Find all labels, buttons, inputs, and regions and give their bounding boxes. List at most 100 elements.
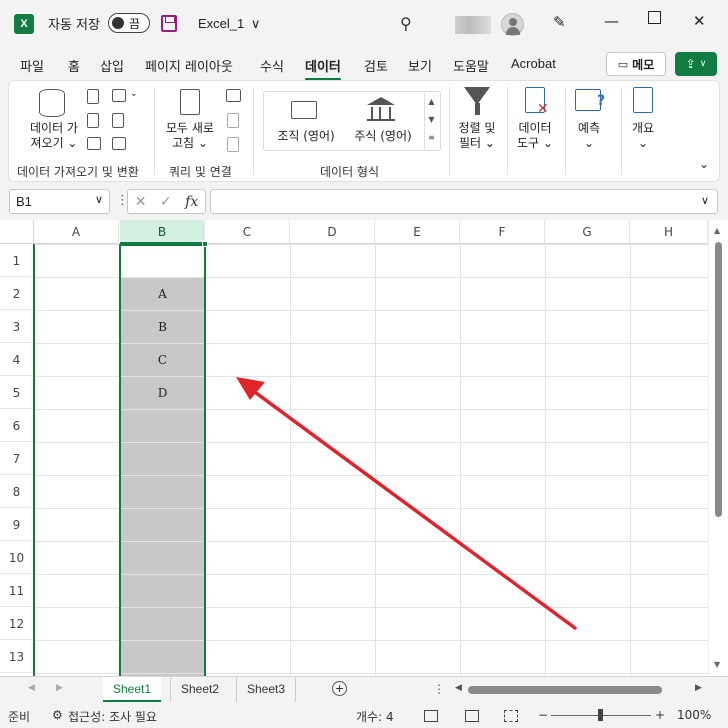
- tab-view[interactable]: 보기: [408, 56, 432, 75]
- from-table-icon[interactable]: [87, 137, 101, 150]
- tab-insert[interactable]: 삽입: [100, 56, 124, 75]
- gallery-scroll-buttons[interactable]: ▲ ▼ ≡: [424, 93, 438, 149]
- autosave-toggle[interactable]: 끔: [108, 13, 150, 33]
- from-web-icon[interactable]: [87, 113, 99, 128]
- recent-sources-icon[interactable]: [112, 89, 126, 102]
- page-layout-view-icon[interactable]: [465, 710, 479, 722]
- name-box-value: B1: [16, 194, 32, 209]
- blurred-account-name: [455, 16, 491, 34]
- bank-icon: [367, 97, 395, 121]
- close-button[interactable]: ✕: [693, 12, 706, 30]
- save-icon[interactable]: [161, 15, 177, 32]
- scroll-right-icon[interactable]: ▶: [56, 683, 63, 693]
- scroll-left-icon[interactable]: ◀: [28, 683, 35, 693]
- group-separator: [449, 87, 450, 175]
- chevron-down-icon: ∨: [699, 59, 707, 69]
- sheet-tab-1[interactable]: Sheet1: [103, 677, 162, 702]
- excel-logo-icon: X: [14, 14, 34, 34]
- tab-home[interactable]: 홈: [68, 56, 80, 75]
- page-break-view-icon[interactable]: [504, 710, 518, 722]
- zoom-out-button[interactable]: −: [538, 708, 548, 722]
- arrow-shaft: [250, 388, 577, 630]
- sort-filter-label-1: 정렬 및: [458, 121, 496, 135]
- add-sheet-icon[interactable]: +: [332, 681, 347, 696]
- accessibility-icon: ⚙: [52, 708, 63, 722]
- group-separator: [565, 87, 566, 175]
- existing-connections-icon[interactable]: [112, 113, 124, 128]
- minimize-button[interactable]: —: [604, 12, 619, 30]
- chevron-down-icon: ∨: [250, 16, 261, 31]
- question-icon: ?: [597, 93, 606, 109]
- outline-icon: [633, 87, 653, 113]
- annotation-arrow: [236, 377, 577, 630]
- data-tools-label-1: 데이터: [518, 121, 552, 135]
- memo-button[interactable]: ▭ 메모: [606, 52, 666, 76]
- formula-buttons: ✕ ✓ fx: [127, 189, 206, 214]
- from-picture-icon[interactable]: [112, 137, 126, 150]
- briefcase-icon: [291, 101, 317, 119]
- toggle-knob: [112, 17, 124, 29]
- autosave-state: 끔: [129, 17, 141, 31]
- tab-data[interactable]: 데이터: [305, 56, 341, 81]
- maximize-button[interactable]: [648, 11, 661, 24]
- tab-review[interactable]: 검토: [364, 56, 388, 75]
- tab-formulas[interactable]: 수식: [260, 56, 284, 75]
- chevron-down-icon: ∨: [94, 194, 103, 206]
- group-separator: [253, 87, 254, 175]
- stocks-button[interactable]: 조직 (영어): [271, 129, 341, 144]
- hscroll-left-icon[interactable]: ◀: [455, 683, 462, 693]
- avatar[interactable]: [501, 13, 524, 36]
- zoom-slider-thumb[interactable]: [598, 709, 603, 721]
- refresh-all-button[interactable]: 모두 새로 고침 ⌄: [159, 121, 221, 151]
- ribbon: 데이터 가 져오기 ⌄ ⌄ 데이터 가져오기 및 변환 모두 새로 고침 ⌄ 쿼…: [8, 80, 720, 182]
- outline-button[interactable]: 개요 ⌄: [623, 121, 663, 151]
- normal-view-icon[interactable]: [424, 710, 438, 722]
- status-bar: 준비 ⚙ 접근성: 조사 필요 개수: 4 − + 100%: [0, 703, 728, 728]
- queries-connections-icon[interactable]: [226, 89, 241, 102]
- name-box[interactable]: B1 ∨: [9, 189, 110, 214]
- delete-icon: ✕: [537, 101, 549, 117]
- group-get-transform-label: 데이터 가져오기 및 변환: [17, 165, 139, 179]
- get-data-button[interactable]: 데이터 가 져오기 ⌄: [19, 121, 89, 151]
- formula-input[interactable]: ∨: [210, 189, 718, 214]
- collapse-ribbon-icon[interactable]: ⌄: [699, 157, 709, 171]
- group-separator: [621, 87, 622, 175]
- accessibility-status[interactable]: 접근성: 조사 필요: [68, 708, 157, 725]
- tab-acrobat[interactable]: Acrobat: [511, 56, 556, 71]
- pen-icon[interactable]: ✎: [553, 13, 566, 31]
- worksheet-grid[interactable]: A B C D E F G H 1 2 A 3 B 4 C 5 D 6 7 8 9 10 11 12 13 ▲ ▼: [0, 220, 728, 676]
- chevron-down-icon[interactable]: ∨: [701, 194, 709, 207]
- enter-icon[interactable]: ✓: [160, 194, 172, 210]
- zoom-level[interactable]: 100%: [677, 708, 711, 722]
- tab-help[interactable]: 도움말: [453, 56, 489, 75]
- edit-links-icon: [227, 137, 239, 152]
- get-data-label-2: 져오기 ⌄: [30, 136, 78, 150]
- share-button[interactable]: ⇪ ∨: [675, 52, 717, 76]
- horizontal-scrollbar-thumb[interactable]: [468, 686, 662, 694]
- hscroll-right-icon[interactable]: ▶: [695, 683, 702, 693]
- currencies-button[interactable]: 주식 (영어): [347, 129, 419, 144]
- properties-icon: [227, 113, 239, 128]
- tab-file[interactable]: 파일: [20, 56, 44, 75]
- more-options-icon[interactable]: ⋮: [433, 682, 445, 696]
- tab-page-layout[interactable]: 페이지 레이아웃: [145, 56, 233, 75]
- memo-label: 메모: [632, 57, 655, 72]
- zoom-in-button[interactable]: +: [655, 708, 665, 722]
- file-name-dropdown[interactable]: Excel_1 ∨: [198, 16, 260, 32]
- forecast-button[interactable]: 예측 ⌄: [569, 121, 609, 151]
- insert-function-icon[interactable]: fx: [185, 194, 198, 210]
- get-data-label-1: 데이터 가: [30, 121, 78, 135]
- from-text-icon[interactable]: [87, 89, 99, 104]
- chevron-down-icon: ⌄: [583, 136, 595, 150]
- sort-filter-label-2: 필터 ⌄: [459, 136, 495, 150]
- cancel-icon[interactable]: ✕: [135, 194, 147, 210]
- comment-icon: ▭: [617, 57, 629, 71]
- search-icon[interactable]: ⚲: [400, 14, 412, 33]
- data-tools-button[interactable]: 데이터 도구 ⌄: [513, 121, 557, 151]
- sort-filter-button[interactable]: 정렬 및 필터 ⌄: [455, 121, 499, 151]
- sheet-tab-3[interactable]: Sheet3: [236, 677, 297, 702]
- data-tools-label-2: 도구 ⌄: [517, 136, 553, 150]
- chevron-down-icon: ⌄: [130, 89, 138, 99]
- sheet-tab-2[interactable]: Sheet2: [170, 677, 229, 702]
- share-icon: ⇪: [685, 57, 696, 71]
